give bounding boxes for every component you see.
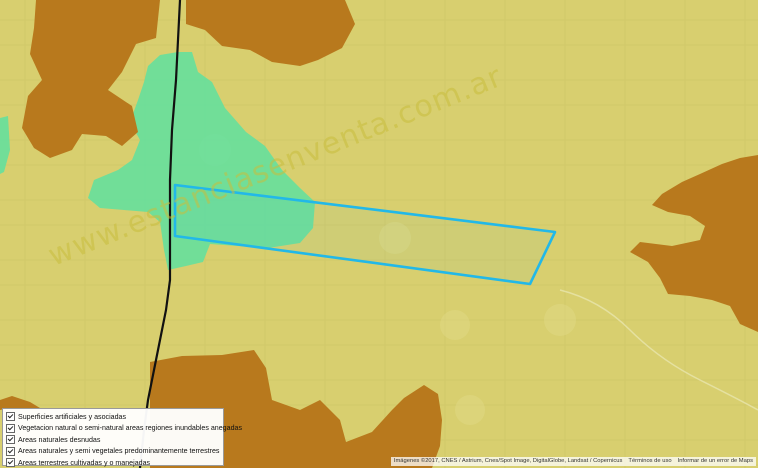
report-error-link[interactable]: Informar de un error de Maps xyxy=(678,457,753,466)
legend-item-bare[interactable]: Areas naturales desnudas xyxy=(6,434,220,445)
legend-label: Areas naturales y semi vegetales predomi… xyxy=(18,447,220,455)
terms-link[interactable]: Términos de uso xyxy=(628,457,671,466)
checkbox-icon[interactable] xyxy=(6,446,15,456)
legend-item-flooded[interactable]: Vegetacion natural o semi-natural areas … xyxy=(6,423,242,434)
legend-item-cultivated[interactable]: Areas terrestres cultivadas y o manejada… xyxy=(6,457,220,468)
checkbox-icon[interactable] xyxy=(6,435,15,444)
checkbox-icon[interactable] xyxy=(6,458,15,467)
pivot-field xyxy=(544,304,576,336)
imagery-credit: Imágenes ©2017, CNES / Astrium, Cnes/Spo… xyxy=(393,458,623,464)
map-canvas[interactable] xyxy=(0,0,758,468)
legend-label: Vegetacion natural o semi-natural areas … xyxy=(18,424,243,432)
pivot-field xyxy=(440,310,470,340)
map-attribution: Imágenes ©2017, CNES / Astrium, Cnes/Spo… xyxy=(390,457,756,466)
layer-legend: Superficies artificiales y asociadas Veg… xyxy=(2,408,242,468)
checkbox-icon[interactable] xyxy=(6,412,15,421)
checkbox-icon[interactable] xyxy=(6,423,15,433)
legend-item-artificial[interactable]: Superficies artificiales y asociadas xyxy=(6,411,220,422)
legend-label: Areas terrestres cultivadas y o manejada… xyxy=(18,458,151,467)
legend-item-terrestrial[interactable]: Areas naturales y semi vegetales predomi… xyxy=(6,446,220,457)
legend-label: Superficies artificiales y asociadas xyxy=(18,412,127,421)
pivot-field xyxy=(455,395,485,425)
legend-label: Areas naturales desnudas xyxy=(18,435,101,444)
